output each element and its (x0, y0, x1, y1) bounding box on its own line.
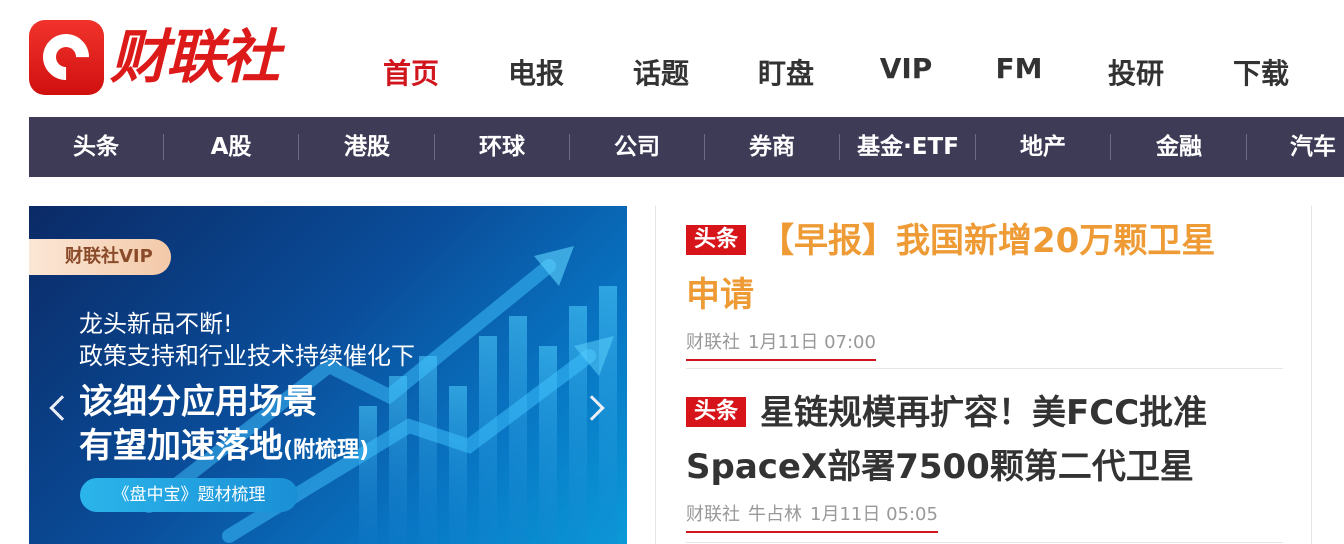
category-divider (839, 134, 840, 160)
headline-badge: 头条 (686, 397, 747, 427)
banner-cta-button[interactable]: 《盘中宝》题材梳理 (80, 478, 298, 512)
news-item[interactable]: 头条 【早报】我国新增20万颗卫星 申请 财联社 1月11日 07:00 (686, 214, 1286, 361)
category-divider (1110, 134, 1111, 160)
news-item[interactable]: 头条 星链规模再扩容！美FCC批准 SpaceX部署7500颗第二代卫星 财联社 牛占… (686, 386, 1286, 533)
news-divider (686, 542, 1283, 543)
category-divider (1246, 134, 1247, 160)
category-companies[interactable]: 公司 (614, 117, 660, 177)
category-headlines[interactable]: 头条 (73, 117, 119, 177)
banner-title-1: 该细分应用场景 (79, 382, 317, 422)
news-headline-line1[interactable]: 【早报】我国新增20万颗卫星 (760, 221, 1215, 261)
carousel-prev-icon[interactable] (47, 396, 71, 420)
news-source: 财联社 (686, 504, 740, 525)
banner-subtitle-1: 龙头新品不断! (79, 310, 233, 338)
news-author: 牛占林 (748, 504, 802, 525)
news-headline-line2[interactable]: 申请 (686, 275, 754, 315)
category-divider (163, 134, 164, 160)
nav-item-telegraph[interactable]: 电报 (508, 52, 564, 92)
news-headline[interactable]: 头条 【早报】我国新增20万颗卫星 申请 (686, 214, 1286, 322)
category-finance[interactable]: 金融 (1156, 117, 1202, 177)
category-hk-stocks[interactable]: 港股 (344, 117, 390, 177)
category-divider (704, 134, 705, 160)
category-real-estate[interactable]: 地产 (1020, 117, 1066, 177)
news-meta: 财联社 1月11日 07:00 (686, 328, 876, 361)
news-meta: 财联社 牛占林 1月11日 05:05 (686, 500, 938, 533)
nav-item-fm[interactable]: FM (996, 52, 1043, 85)
nav-item-vip[interactable]: VIP (880, 52, 933, 85)
category-divider (298, 134, 299, 160)
headline-news-list: 头条 【早报】我国新增20万颗卫星 申请 财联社 1月11日 07:00 头条 星链规模… (655, 206, 1312, 544)
nav-item-download[interactable]: 下载 (1233, 52, 1289, 92)
category-a-shares[interactable]: A股 (211, 117, 252, 177)
news-source: 财联社 (686, 332, 740, 353)
banner-subtitle-2: 政策支持和行业技术持续催化下 (79, 342, 415, 370)
category-funds-etf[interactable]: 基金·ETF (857, 117, 959, 177)
category-auto[interactable]: 汽车 (1290, 117, 1336, 177)
headline-badge: 头条 (686, 225, 747, 255)
news-time: 1月11日 07:00 (748, 332, 876, 353)
nav-item-home[interactable]: 首页 (383, 52, 439, 92)
banner-title-2: 有望加速落地(附梳理) (79, 418, 369, 467)
news-divider (686, 368, 1283, 369)
main-nav: 首页 电报 话题 盯盘 VIP FM 投研 下载 (0, 52, 1344, 96)
nav-item-watch[interactable]: 盯盘 (758, 52, 814, 92)
category-divider (975, 134, 976, 160)
news-headline-line1[interactable]: 星链规模再扩容！美FCC批准 (760, 393, 1207, 433)
category-bar: 头条 A股 港股 环球 公司 券商 基金·ETF 地产 金融 汽车 (29, 117, 1344, 177)
nav-item-research[interactable]: 投研 (1108, 52, 1164, 92)
category-brokers[interactable]: 券商 (749, 117, 795, 177)
news-headline-line2[interactable]: SpaceX部署7500颗第二代卫星 (686, 447, 1194, 487)
banner-title-2-suffix: (附梳理) (283, 438, 370, 463)
news-time: 1月11日 05:05 (810, 504, 938, 525)
carousel-next-icon[interactable] (583, 396, 607, 420)
category-divider (434, 134, 435, 160)
vip-tag: 财联社VIP (29, 239, 171, 275)
category-divider (569, 134, 570, 160)
news-headline[interactable]: 头条 星链规模再扩容！美FCC批准 SpaceX部署7500颗第二代卫星 (686, 386, 1286, 494)
category-global[interactable]: 环球 (479, 117, 525, 177)
banner-title-2-text: 有望加速落地 (79, 426, 283, 466)
banner-carousel[interactable]: 财联社VIP 龙头新品不断! 政策支持和行业技术持续催化下 该细分应用场景 有望… (29, 206, 627, 544)
nav-item-topics[interactable]: 话题 (633, 52, 689, 92)
